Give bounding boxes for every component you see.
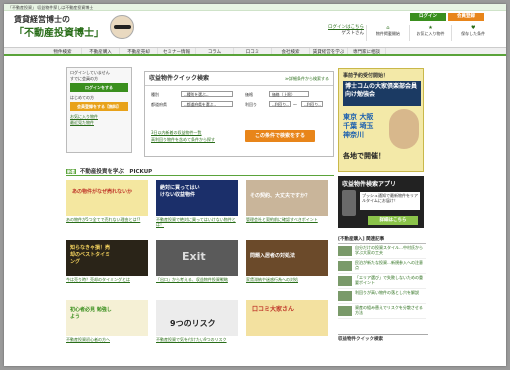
register-button[interactable]: 会員登録をする【無料】 [70, 102, 128, 111]
pickup-image: その契約、大丈夫ですか？ [246, 180, 328, 216]
pickup-caption[interactable]: 「出口」から考える、収益物件投資戦略 [156, 277, 238, 282]
app-banner[interactable]: 収益物件検索アプリ プッシュ通知で最新物件をリアルタイムにお届け！ 詳細はこちら [338, 176, 424, 228]
pickup-tag: 新着 [66, 169, 76, 174]
guest-label: ゲストさん [341, 31, 365, 36]
pickup-image: 口コミ大家さん [246, 300, 328, 336]
pickup-image: Exit [156, 240, 238, 276]
member-label: すでに会員の方 [70, 76, 99, 81]
high-yield-link[interactable]: 高利回り物件を含めて条件から探す [151, 137, 215, 143]
yield-select[interactable]: --利回り-- [269, 101, 291, 107]
logo-title: 「不動産投資博士」 [14, 24, 104, 39]
page-frame: 「不動産投資」 収益物件探しは不動産投資博士 賃貸経営博士の 「不動産投資博士」… [4, 4, 506, 366]
login-button[interactable]: ログインをする [70, 83, 128, 92]
range-separator: ～ [293, 102, 297, 107]
price-label: 価格 [245, 92, 253, 97]
menu-favorites[interactable]: ★ お気に入り物件 [408, 25, 452, 41]
pickup-card[interactable]: 知らなきゃ損！売却のベストタイミング 今は売り時？売却のタイミングとは [66, 240, 148, 282]
nav-item-company-search[interactable]: 会社検索 [272, 48, 310, 55]
menu-saved-conditions[interactable]: ♥ 保存した条件 [451, 25, 494, 41]
global-nav: 物件検索 不動産購入 不動産売却 セミナー情報 コラム 口コミ 会社検索 賃貸経… [4, 47, 506, 56]
user-area: ログインはこちら ゲストさん [302, 25, 364, 37]
quick-search-title: 収益物件クイック検索 ≫詳細条件から検索する [145, 72, 333, 86]
detail-search-link[interactable]: ≫詳細条件から検索する [285, 72, 329, 86]
pickup-caption[interactable]: 不動産投資初心者の方へ [66, 337, 148, 342]
pickup-image: あの物件がなぜ売れないか [66, 180, 148, 216]
mascot-icon [110, 15, 134, 39]
site-logo[interactable]: 賃貸経営博士の 「不動産投資博士」 [12, 14, 136, 40]
app-badge: プッシュ通知で最新物件をリアルタイムにお届け！ [360, 192, 420, 210]
kind-label: 種別 [151, 92, 159, 97]
header-register-button[interactable]: 会員登録 [448, 13, 484, 21]
presenter-photo [389, 109, 419, 149]
site-header: 賃貸経営博士の 「不動産投資博士」 ログインはこちら ゲストさん ログイン 会員… [4, 11, 506, 43]
pickup-card[interactable]: 問題入居者の対処法 家賃滞納や迷惑行為への対処 [246, 240, 328, 282]
pickup-caption[interactable]: 今は売り時？売却のタイミングとは [66, 277, 148, 282]
pickup-card[interactable]: その契約、大丈夫ですか？ 管理会社と契約前に確認すべきポイント [246, 180, 328, 222]
pickup-caption[interactable]: あの物件が5つ全てで売れない理由とは!? [66, 217, 148, 222]
pickup-card[interactable]: 口コミ大家さん [246, 300, 328, 336]
pickup-caption[interactable]: 不動産投資で気を付けたい9つのリスク [156, 337, 238, 342]
list-item[interactable]: 自分だけの投資スタイル…中村氏から学ぶ大家の工夫 [338, 244, 426, 259]
pickup-heading: 新着 不動産投資を学ぶ PICKUP [66, 168, 334, 176]
nav-item-consult[interactable]: 専門家に相談 [348, 48, 386, 55]
left-sidebar: ログインしていません すでに会員の方 ログインをする はじめての方 会員登録をす… [66, 67, 132, 153]
nav-item-reviews[interactable]: 口コミ [234, 48, 272, 55]
pickup-caption[interactable]: 不動産投資で絶対に買ってはいけない物件とは！ [156, 217, 238, 227]
quick-search-panel: 収益物件クイック検索 ≫詳細条件から検索する 種別 --種別を選ぶ-- 価格 価… [144, 71, 334, 157]
pickup-image: 問題入居者の対処法 [246, 240, 328, 276]
pickup-image: 初心者必見 勉強しよう [66, 300, 148, 336]
yield-max-select[interactable]: --利回り-- [301, 101, 323, 107]
pickup-image: 9つのリスク [156, 300, 238, 336]
nav-item-column[interactable]: コラム [196, 48, 234, 55]
related-articles: [不動産購入] 関連記事 自分だけの投資スタイル…中村氏から学ぶ大家の工夫 民泊… [338, 236, 426, 319]
kind-select[interactable]: --種別を選ぶ-- [181, 91, 233, 97]
pickup-card[interactable]: あの物件がなぜ売れないか あの物件が5つ全てで売れない理由とは!? [66, 180, 148, 222]
nav-item-purchase[interactable]: 不動産購入 [82, 48, 120, 55]
seminar-title: 博士コムの大家倶楽部会員向け勉強会 [343, 81, 421, 106]
recent-link[interactable]: 最近見た物件 [70, 120, 128, 126]
list-item[interactable]: 「エリア選び」で失敗しないための重要ポイント [338, 274, 426, 289]
area-label: 都道府県 [151, 102, 167, 107]
quick-search-submit[interactable]: この条件で検索をする [245, 130, 315, 142]
pickup-card[interactable]: Exit 「出口」から考える、収益物件投資戦略 [156, 240, 238, 282]
seminar-cities: 東京 大阪 千葉 埼玉 神奈川 [343, 113, 374, 139]
related-heading: [不動産購入] 関連記事 [338, 236, 426, 244]
icon-menu: ⌂ 物件掲載開始 ★ お気に入り物件 ♥ 保存した条件 [366, 25, 494, 41]
pickup-image: 知らなきゃ損！売却のベストタイミング [66, 240, 148, 276]
price-select[interactable]: 価格（上限） [269, 91, 309, 97]
seminar-tag: 事前予約受付開始！ [343, 73, 389, 79]
phone-icon [342, 190, 356, 216]
list-item[interactable]: 資産の組み替えでリスクを分散させる方法 [338, 304, 426, 319]
pickup-image: 絶対に買ってはいけない収益物件 [156, 180, 238, 216]
pickup-caption[interactable]: 家賃滞納や迷惑行為への対処 [246, 277, 328, 282]
nav-item-seminar[interactable]: セミナー情報 [158, 48, 196, 55]
pickup-card[interactable]: 9つのリスク 不動産投資で気を付けたい9つのリスク [156, 300, 238, 342]
seminar-footer: 各地で開催！ [343, 152, 385, 160]
yield-label: 利回り [245, 102, 257, 107]
list-item[interactable]: 利回りが高い物件の落とし穴を解説 [338, 289, 426, 304]
nav-item-property-search[interactable]: 物件検索 [44, 48, 82, 55]
pickup-card[interactable]: 初心者必見 勉強しよう 不動産投資初心者の方へ [66, 300, 148, 342]
login-box: ログインしていません すでに会員の方 ログインをする はじめての方 会員登録をす… [66, 67, 132, 153]
side-quick-search-heading: 収益物件クイック検索 [338, 334, 428, 344]
menu-property-listing[interactable]: ⌂ 物件掲載開始 [366, 25, 409, 41]
nav-item-sale[interactable]: 不動産売却 [120, 48, 158, 55]
new-arrivals-link[interactable]: 3日以内新着の収益物件一覧 [151, 130, 202, 136]
app-title: 収益物件検索アプリ [342, 181, 397, 188]
login-link[interactable]: ログインはこちら [328, 25, 364, 30]
pickup-card[interactable]: 絶対に買ってはいけない収益物件 不動産投資で絶対に買ってはいけない物件とは！ [156, 180, 238, 227]
first-time-label: はじめての方 [70, 95, 94, 100]
list-item[interactable]: 民泊が新たな投資…新規参入への注意点 [338, 259, 426, 274]
site-tagline: 「不動産投資」 収益物件探しは不動産投資博士 [4, 4, 506, 11]
app-detail-button[interactable]: 詳細はこちら [368, 216, 418, 225]
seminar-banner[interactable]: 事前予約受付開始！ 博士コムの大家倶楽部会員向け勉強会 東京 大阪 千葉 埼玉 … [338, 68, 424, 172]
area-select[interactable]: --都道府県を選ぶ-- [181, 101, 233, 107]
pickup-caption[interactable]: 管理会社と契約前に確認すべきポイント [246, 217, 328, 222]
header-login-button[interactable]: ログイン [410, 13, 446, 21]
nav-item-learn[interactable]: 賃貸経営を学ぶ [310, 48, 348, 55]
